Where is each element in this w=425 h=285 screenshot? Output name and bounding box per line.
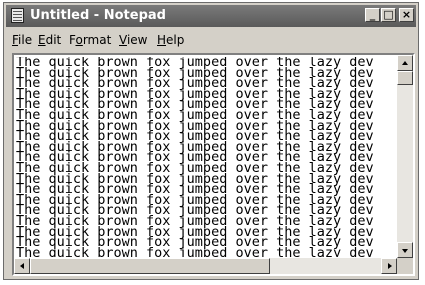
arrow-up-icon <box>402 61 408 65</box>
scroll-left-button[interactable] <box>14 258 30 274</box>
maximize-button[interactable]: □ <box>381 8 396 22</box>
horizontal-scrollbar[interactable] <box>14 258 397 274</box>
menu-edit-rest: dit <box>45 33 62 47</box>
menu-edit-accel: E <box>38 33 46 47</box>
title-bar[interactable]: Untitled - Notepad _ □ × <box>6 5 416 27</box>
menu-view-accel: V <box>119 33 127 47</box>
arrow-right-icon <box>388 263 392 269</box>
menu-format-accel: o <box>75 33 83 47</box>
notepad-icon[interactable] <box>11 8 24 23</box>
menu-bar: File Edit Format View Help <box>6 30 416 50</box>
arrow-left-icon <box>20 263 24 269</box>
text-content[interactable]: The quick brown fox jumped over the lazy… <box>16 57 398 257</box>
menu-file-rest: ile <box>18 33 33 47</box>
text-line[interactable]: The quick brown fox jumped over the lazy… <box>16 246 398 257</box>
horizontal-scroll-thumb[interactable] <box>30 258 270 274</box>
menu-help-rest: elp <box>166 33 185 47</box>
arrow-down-icon <box>402 249 408 253</box>
scroll-down-button[interactable] <box>397 242 413 258</box>
menu-edit[interactable]: Edit <box>38 30 61 50</box>
menu-help-accel: H <box>157 33 167 47</box>
menu-view[interactable]: View <box>119 30 147 50</box>
scroll-right-button[interactable] <box>381 258 397 274</box>
size-grip[interactable] <box>397 258 413 274</box>
vertical-scroll-thumb[interactable] <box>397 71 413 85</box>
minimize-button[interactable]: _ <box>365 8 380 22</box>
menu-format[interactable]: Format <box>69 30 111 50</box>
menu-format-rest: rmat <box>82 33 112 47</box>
window-title: Untitled - Notepad <box>30 8 166 23</box>
vertical-scrollbar[interactable] <box>397 55 413 258</box>
notepad-window: Untitled - Notepad _ □ × File Edit Forma… <box>3 2 419 280</box>
menu-file[interactable]: File <box>12 30 32 50</box>
menu-view-rest: iew <box>126 33 148 47</box>
scroll-up-button[interactable] <box>397 55 413 71</box>
close-button[interactable]: × <box>399 8 414 22</box>
menu-help[interactable]: Help <box>157 30 184 50</box>
editor-area[interactable]: The quick brown fox jumped over the lazy… <box>12 53 415 276</box>
